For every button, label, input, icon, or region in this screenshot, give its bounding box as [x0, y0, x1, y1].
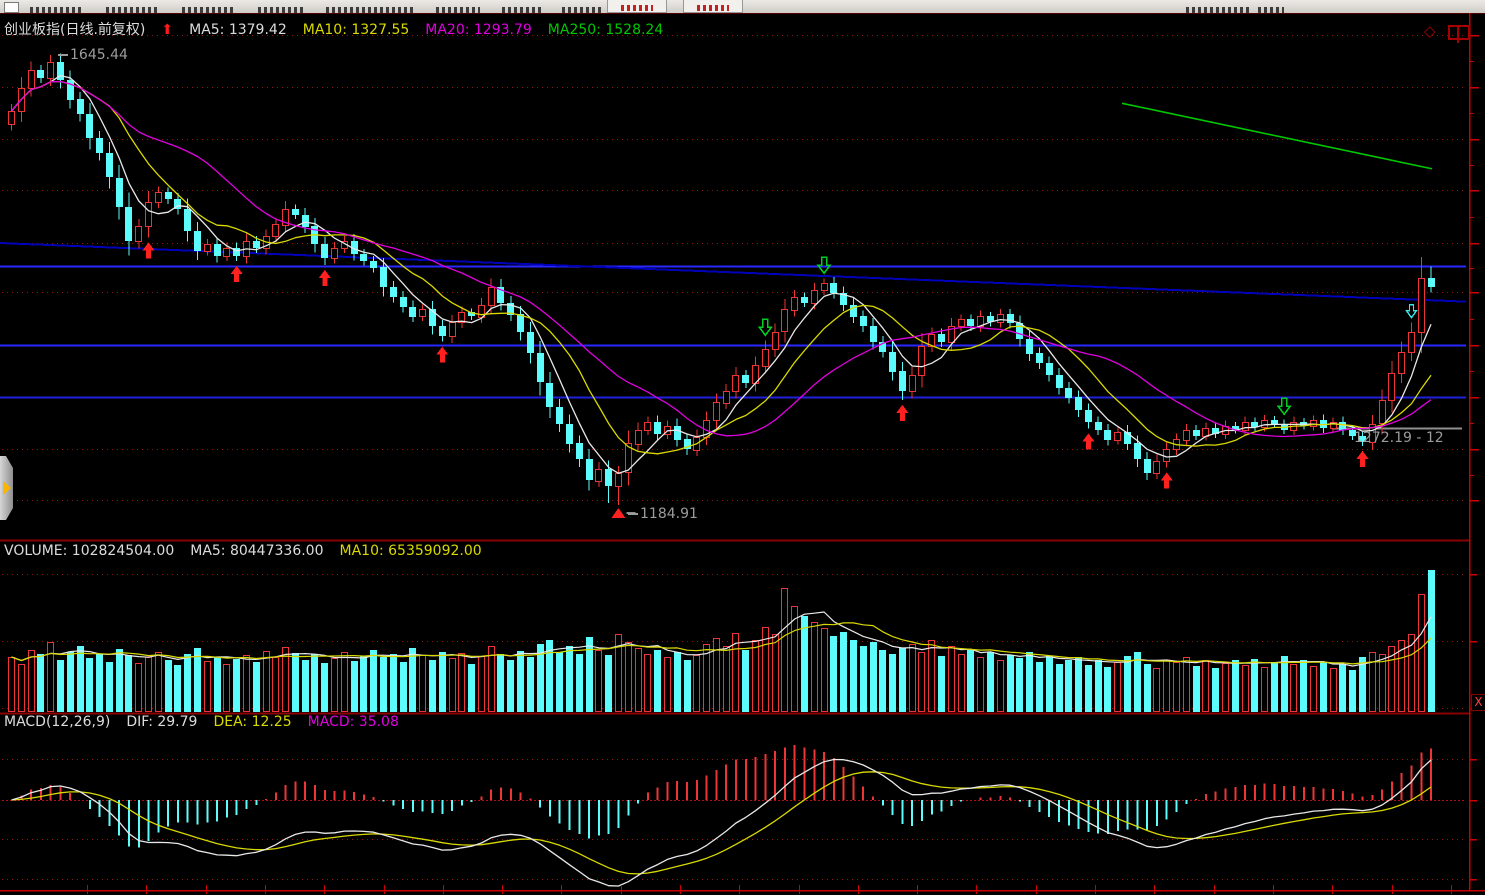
- main-panel-header: 创业板指(日线.前复权) ⬆ MA5: 1379.42 MA10: 1327.55 MA…: [4, 19, 679, 39]
- diamond-icon[interactable]: ◇: [1424, 23, 1436, 39]
- volume-panel-header: VOLUME: 102824504.00 MA5: 80447336.00 MA10…: [4, 543, 498, 559]
- level-price-label: 1272.19 - 12: [1354, 430, 1444, 446]
- volume-ma10-value: MA10: 65359092.00: [340, 543, 482, 559]
- ma250-value: MA250: 1528.24: [548, 22, 663, 38]
- tick-dash: [628, 513, 638, 515]
- ma5-value: MA5: 1379.42: [189, 22, 287, 38]
- candlestick-chart-canvas[interactable]: [0, 0, 1485, 895]
- panel-close-button[interactable]: X: [1471, 694, 1485, 711]
- macd-name: MACD(12,26,9): [4, 714, 110, 730]
- ma10-value: MA10: 1327.55: [303, 22, 410, 38]
- trough-price-label: 1184.91: [628, 506, 698, 522]
- macd-panel-header: MACD(12,26,9) DIF: 29.79 DEA: 12.25 MACD: 3…: [4, 714, 415, 730]
- window-layout-icon[interactable]: [1448, 25, 1470, 40]
- macd-value: MACD: 35.08: [308, 714, 399, 730]
- dif-value: DIF: 29.79: [126, 714, 197, 730]
- tick-dash: [58, 54, 68, 56]
- up-arrow-icon: ⬆: [161, 22, 173, 38]
- peak-price-label: 1645.44: [58, 47, 128, 63]
- expand-triangle-icon: [3, 481, 11, 495]
- ma20-value: MA20: 1293.79: [425, 22, 532, 38]
- dea-value: DEA: 12.25: [213, 714, 291, 730]
- instrument-title: 创业板指(日线.前复权): [4, 22, 145, 38]
- stock-app-window: 创业板指(日线.前复权) ⬆ MA5: 1379.42 MA10: 1327.55 MA…: [0, 0, 1485, 895]
- volume-ma5-value: MA5: 80447336.00: [190, 543, 323, 559]
- sidebar-expand-handle[interactable]: [0, 456, 13, 520]
- volume-value: VOLUME: 102824504.00: [4, 543, 174, 559]
